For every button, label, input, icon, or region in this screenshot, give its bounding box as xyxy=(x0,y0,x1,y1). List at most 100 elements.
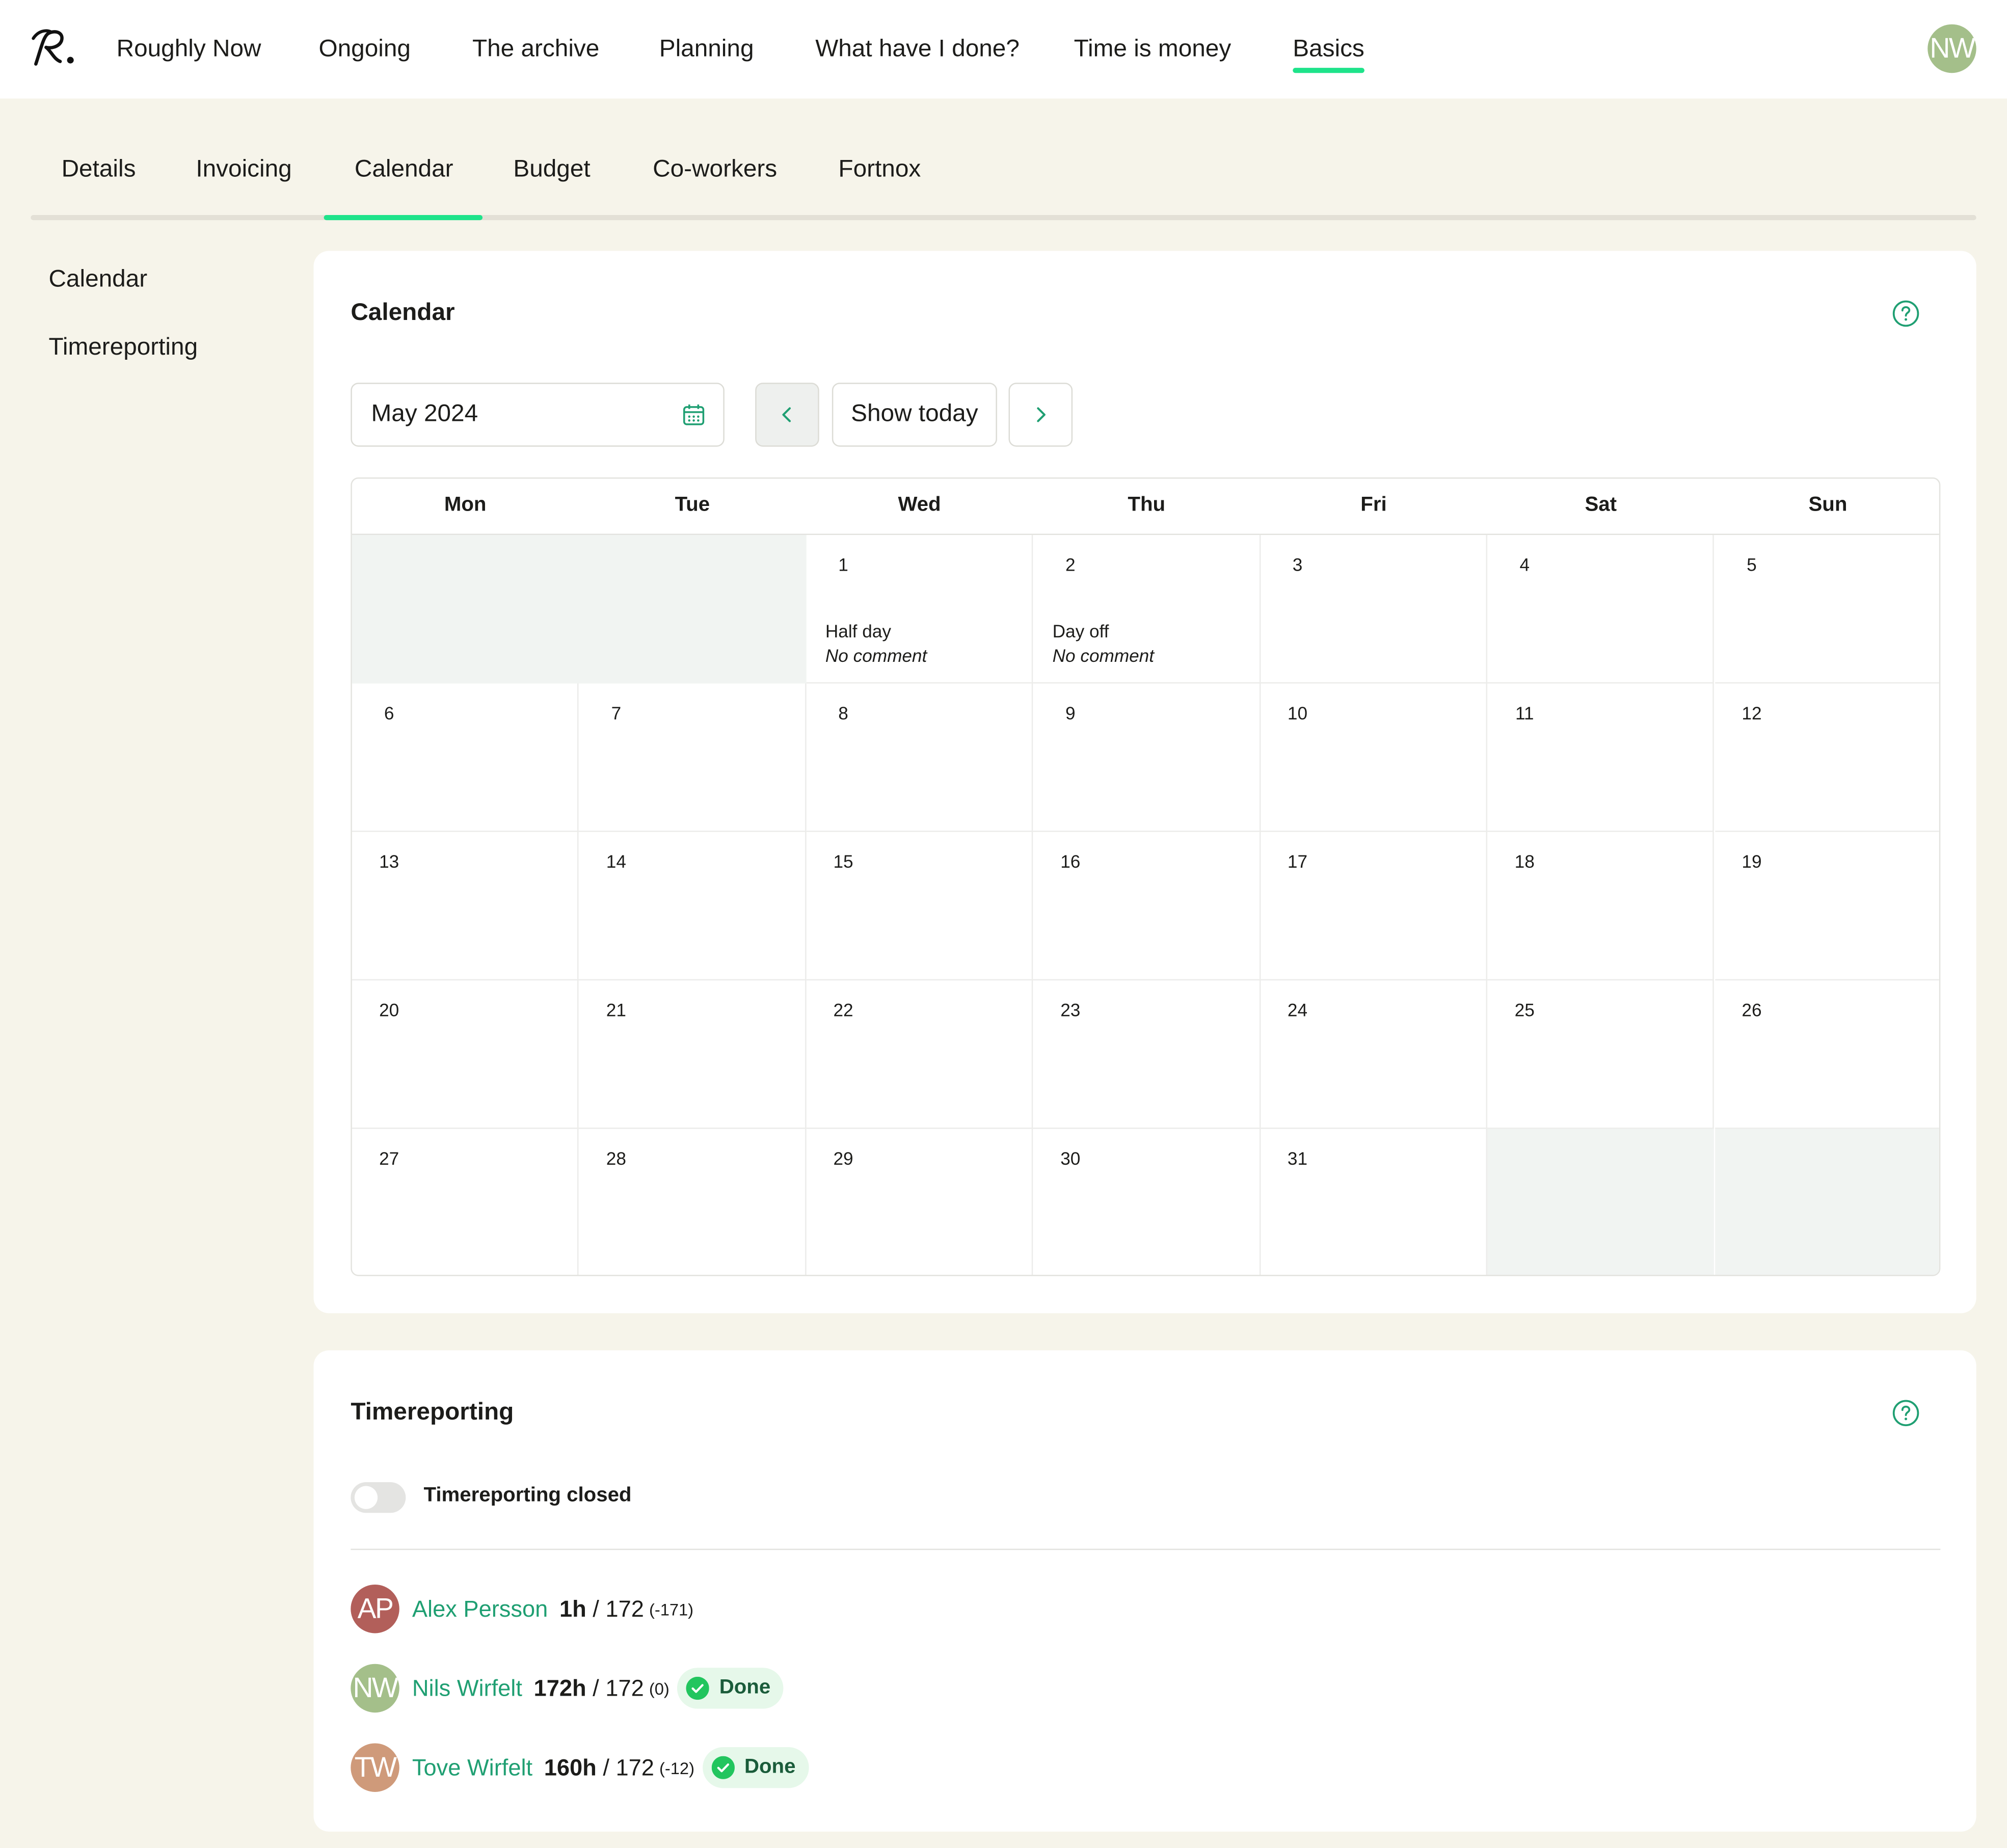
person-name-link[interactable]: Alex Persson xyxy=(412,1595,548,1622)
calendar-day-cell[interactable]: 13 xyxy=(352,832,579,980)
calendar-day-cell[interactable]: 24 xyxy=(1260,980,1488,1129)
nav-basics[interactable]: Basics xyxy=(1293,36,1364,73)
show-today-button[interactable]: Show today xyxy=(832,383,997,447)
calendar-day-cell[interactable]: 28 xyxy=(579,1129,806,1275)
calendar-day-cell[interactable]: 9 xyxy=(1033,683,1261,832)
calendar-day-cell[interactable]: 23 xyxy=(1033,980,1261,1129)
person-row: AP Alex Persson 1h / 172 (-171) xyxy=(351,1584,693,1633)
sidebar-item-timereporting[interactable]: Timereporting xyxy=(48,334,198,362)
calendar-day-cell[interactable]: 12 xyxy=(1715,683,1939,832)
nav-planning[interactable]: Planning xyxy=(659,36,754,64)
calendar-day-cell[interactable]: 21 xyxy=(579,980,806,1129)
calendar-day-cell[interactable]: 29 xyxy=(806,1129,1033,1275)
calendar-empty-cell xyxy=(1487,1129,1715,1275)
target-hours: / 172 xyxy=(593,1675,644,1701)
day-number: 15 xyxy=(833,851,853,872)
day-number: 1 xyxy=(838,554,848,575)
calendar-day-cell[interactable]: 4 xyxy=(1487,535,1715,683)
calendar-day-cell[interactable]: 27 xyxy=(352,1129,579,1275)
person-row: TW Tove Wirfelt 160h/ 172 (-12) Done xyxy=(351,1743,809,1792)
chevron-left-icon xyxy=(782,407,791,422)
help-icon[interactable] xyxy=(1892,1399,1920,1427)
section-tabs: Details Invoicing Calendar Budget Co-wor… xyxy=(31,128,1976,221)
calendar-day-cell[interactable]: 5 xyxy=(1715,535,1939,683)
calendar-day-cell[interactable]: 1 Half day No comment xyxy=(806,535,1033,683)
next-month-button[interactable] xyxy=(1008,383,1073,447)
day-number: 19 xyxy=(1742,851,1762,872)
toggle-knob xyxy=(354,1486,378,1509)
day-number: 4 xyxy=(1519,554,1530,575)
calendar-day-cell[interactable]: 14 xyxy=(579,832,806,980)
calendar-day-cell[interactable]: 30 xyxy=(1033,1129,1261,1275)
calendar-day-cell[interactable]: 16 xyxy=(1033,832,1261,980)
tab-budget[interactable]: Budget xyxy=(513,156,590,184)
timereporting-card: Timereporting Timereporting closed AP Ale… xyxy=(313,1350,1976,1832)
reported-hours: 172h xyxy=(533,1675,586,1701)
help-icon[interactable] xyxy=(1892,300,1920,328)
tab-co-workers[interactable]: Co-workers xyxy=(653,156,777,184)
day-number: 6 xyxy=(384,703,394,724)
calendar-day-cell[interactable]: 19 xyxy=(1715,832,1939,980)
day-number: 7 xyxy=(611,703,622,724)
calendar-day-cell[interactable]: 22 xyxy=(806,980,1033,1129)
calendar-day-cell[interactable]: 2 Day off No comment xyxy=(1033,535,1261,683)
weekday-label: Sat xyxy=(1585,494,1617,516)
day-number: 24 xyxy=(1287,999,1308,1021)
event-comment: No comment xyxy=(825,645,927,666)
tab-invoicing[interactable]: Invoicing xyxy=(196,156,291,184)
timereporting-closed-toggle[interactable] xyxy=(351,1482,406,1513)
app-root: Roughly Now Ongoing The archive Planning… xyxy=(0,0,2007,1848)
day-number: 16 xyxy=(1060,851,1081,872)
calendar-day-cell[interactable]: 18 xyxy=(1487,832,1715,980)
hours-difference: (-12) xyxy=(659,1758,694,1778)
day-number: 12 xyxy=(1742,703,1762,724)
day-number: 21 xyxy=(606,999,626,1021)
calendar-day-cell[interactable]: 25 xyxy=(1487,980,1715,1129)
weekday-label: Fri xyxy=(1360,494,1387,516)
event-type: Half day xyxy=(825,621,891,641)
day-number: 23 xyxy=(1060,999,1081,1021)
day-number: 30 xyxy=(1060,1148,1081,1169)
calendar-empty-cell xyxy=(1715,1129,1939,1275)
tab-calendar[interactable]: Calendar xyxy=(355,156,453,184)
tab-fortnox[interactable]: Fortnox xyxy=(838,156,921,184)
person-name-link[interactable]: Nils Wirfelt xyxy=(412,1675,522,1702)
active-tab-indicator xyxy=(324,215,483,221)
day-number: 17 xyxy=(1287,851,1308,872)
logo[interactable] xyxy=(28,23,79,74)
calendar-day-cell[interactable]: 20 xyxy=(352,980,579,1129)
weekday-label: Sun xyxy=(1808,494,1848,516)
previous-month-button[interactable] xyxy=(755,383,819,447)
day-number: 3 xyxy=(1292,554,1303,575)
day-number: 20 xyxy=(379,999,399,1021)
calendar-day-cell[interactable]: 7 xyxy=(579,683,806,832)
nav-time-is-money[interactable]: Time is money xyxy=(1074,36,1232,64)
calendar-day-cell[interactable]: 11 xyxy=(1487,683,1715,832)
top-navigation: Roughly Now Ongoing The archive Planning… xyxy=(0,0,2007,99)
day-number: 14 xyxy=(606,851,626,872)
calendar-day-cell[interactable]: 10 xyxy=(1260,683,1488,832)
timereporting-closed-label: Timereporting closed xyxy=(423,1485,632,1507)
sidebar-item-calendar[interactable]: Calendar xyxy=(48,266,147,294)
calendar-day-cell[interactable]: 17 xyxy=(1260,832,1488,980)
calendar-day-cell[interactable]: 6 xyxy=(352,683,579,832)
calendar-day-cell[interactable]: 26 xyxy=(1715,980,1939,1129)
nav-roughly-now[interactable]: Roughly Now xyxy=(117,36,261,64)
nav-the-archive[interactable]: The archive xyxy=(472,36,599,64)
day-number: 2 xyxy=(1065,554,1076,575)
calendar-day-cell[interactable]: 31 xyxy=(1261,1129,1488,1275)
weekday-label: Thu xyxy=(1128,494,1166,516)
calendar-day-cell[interactable]: 15 xyxy=(806,832,1033,980)
day-number: 10 xyxy=(1287,703,1308,724)
nav-what-have-i-done[interactable]: What have I done? xyxy=(815,36,1020,64)
tab-details[interactable]: Details xyxy=(62,156,136,184)
month-picker[interactable]: May 2024 xyxy=(351,383,725,447)
person-name-link[interactable]: Tove Wirfelt xyxy=(412,1754,532,1781)
weekday-header: Mon Tue Wed Thu Fri Sat Sun xyxy=(352,479,1939,535)
calendar-day-cell[interactable]: 3 xyxy=(1260,535,1488,683)
day-number: 25 xyxy=(1514,999,1535,1021)
calendar-day-cell[interactable]: 8 xyxy=(806,683,1033,832)
nav-ongoing[interactable]: Ongoing xyxy=(319,36,411,64)
user-avatar[interactable]: NW xyxy=(1928,24,1976,73)
hours-difference: (0) xyxy=(649,1678,670,1698)
